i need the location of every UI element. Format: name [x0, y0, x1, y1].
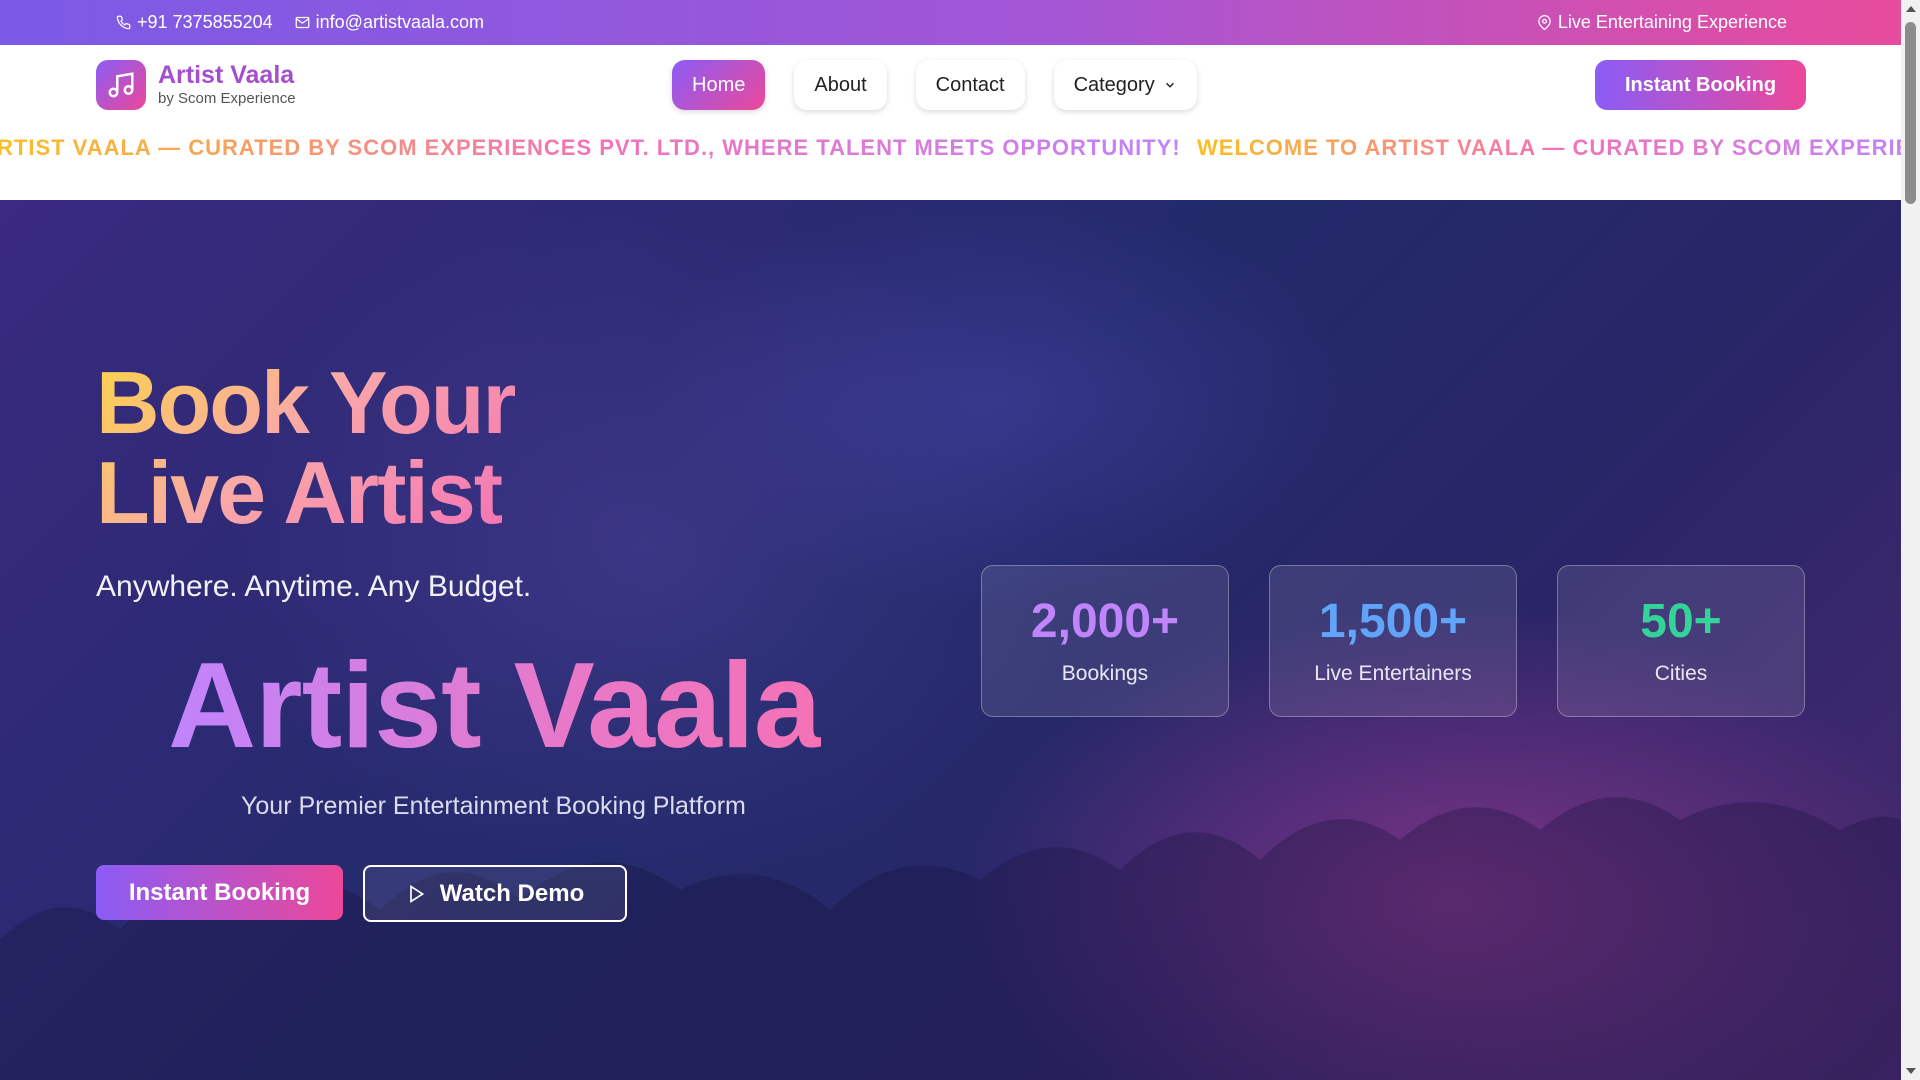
brand-logo[interactable]: Artist Vaala by Scom Experience: [96, 60, 296, 110]
stat-value: 50+: [1640, 595, 1722, 648]
scroll-thumb[interactable]: [1905, 22, 1916, 204]
email-address: info@artistvaala.com: [315, 12, 484, 32]
stat-card-bookings: 2,000+ Bookings: [981, 565, 1229, 717]
scroll-up-arrow-icon[interactable]: [1906, 6, 1916, 12]
hero-instant-booking-button[interactable]: Instant Booking: [96, 865, 343, 920]
brand-subtitle: by Scom Experience: [158, 90, 296, 107]
stat-label: Bookings: [1061, 662, 1149, 685]
marquee-text-2: WELCOME TO ARTIST VAALA — CURATED BY SCO…: [1197, 135, 1901, 161]
watch-demo-label: Watch Demo: [439, 879, 585, 907]
stat-value: 2,000+: [1030, 595, 1180, 648]
hero-heading-line2: Live Artist: [96, 443, 502, 542]
stat-label: Cities: [1654, 662, 1708, 685]
nav-about-label: About: [814, 73, 867, 96]
stats-panel: 2,000+ Bookings 1,500+ Live Entertainers…: [981, 565, 1805, 717]
announcement-marquee: RTIST VAALA — CURATED BY SCOM EXPERIENCE…: [0, 131, 1901, 167]
header-instant-booking-button[interactable]: Instant Booking: [1595, 60, 1806, 110]
play-icon: [409, 884, 424, 903]
stat-card-entertainers: 1,500+ Live Entertainers: [1269, 565, 1517, 717]
site-header: Artist Vaala by Scom Experience Home Abo…: [0, 45, 1901, 200]
nav-home[interactable]: Home: [672, 60, 766, 110]
marquee-text-1: RTIST VAALA — CURATED BY SCOM EXPERIENCE…: [0, 135, 1181, 161]
email-contact[interactable]: info@artistvaala.com: [295, 12, 484, 33]
phone-icon: [116, 15, 131, 30]
nav-category-dropdown[interactable]: Category: [1053, 60, 1197, 110]
music-note-icon: [108, 72, 134, 98]
hero-heading: Book Your Live Artist: [96, 358, 515, 538]
chevron-down-icon: [1165, 82, 1174, 88]
topbar-tagline: Live Entertaining Experience: [1537, 12, 1787, 33]
watch-demo-button[interactable]: Watch Demo: [363, 865, 627, 922]
hero-section: Book Your Live Artist Anywhere. Anytime.…: [0, 200, 1901, 1080]
stat-value: 1,500+: [1318, 595, 1468, 648]
main-nav: Home About Contact Category: [672, 60, 1197, 110]
scroll-down-arrow-icon[interactable]: [1906, 1068, 1916, 1074]
nav-home-label: Home: [692, 73, 746, 96]
phone-number: +91 7375855204: [137, 12, 273, 32]
brand-name: Artist Vaala: [158, 61, 295, 89]
stat-card-cities: 50+ Cities: [1557, 565, 1805, 717]
logo-badge: [96, 60, 146, 110]
nav-about[interactable]: About: [794, 60, 887, 110]
hero-subtitle: Your Premier Entertainment Booking Platf…: [241, 792, 746, 820]
map-pin-icon: [1538, 15, 1551, 30]
top-bar: +91 7375855204 info@artistvaala.com Live…: [0, 0, 1901, 45]
mail-icon: [295, 16, 310, 29]
hero-heading-line1: Book Your: [96, 353, 515, 452]
nav-contact-label: Contact: [935, 73, 1005, 96]
stat-label: Live Entertainers: [1314, 662, 1472, 685]
page-scrollbar[interactable]: [1901, 0, 1920, 1080]
nav-category-label: Category: [1073, 73, 1155, 96]
hero-tagline: Anywhere. Anytime. Any Budget.: [96, 570, 532, 603]
tagline-text: Live Entertaining Experience: [1557, 12, 1787, 32]
hero-brand-name: Artist Vaala: [168, 637, 822, 773]
nav-contact[interactable]: Contact: [915, 60, 1025, 110]
phone-contact[interactable]: +91 7375855204: [116, 12, 273, 33]
